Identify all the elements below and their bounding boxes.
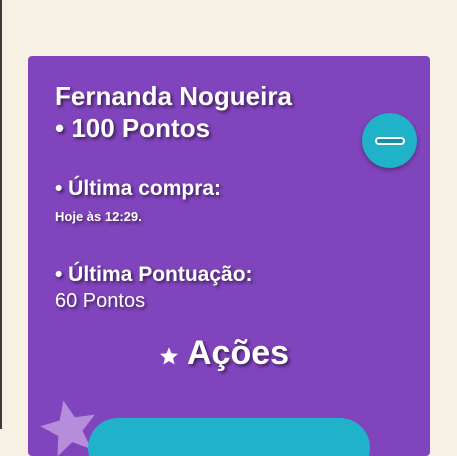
action-button[interactable] (88, 418, 370, 456)
star-icon (160, 347, 178, 365)
collapse-button[interactable] (362, 113, 417, 168)
last-purchase-heading: • Última compra: (55, 177, 222, 200)
minus-icon (374, 136, 405, 145)
left-border (0, 0, 2, 429)
customer-points: • 100 Pontos (55, 113, 211, 143)
actions-label: Ações (187, 334, 290, 372)
last-score-value: 60 Pontos (55, 290, 146, 312)
actions-title: Ações (159, 332, 289, 374)
last-purchase-value: Hoje às 12:29. (55, 209, 142, 224)
customer-card: Fernanda Nogueira • 100 Pontos • Última … (28, 56, 430, 456)
last-score-heading: • Última Pontuação: (55, 263, 253, 286)
customer-name: Fernanda Nogueira (55, 81, 292, 111)
